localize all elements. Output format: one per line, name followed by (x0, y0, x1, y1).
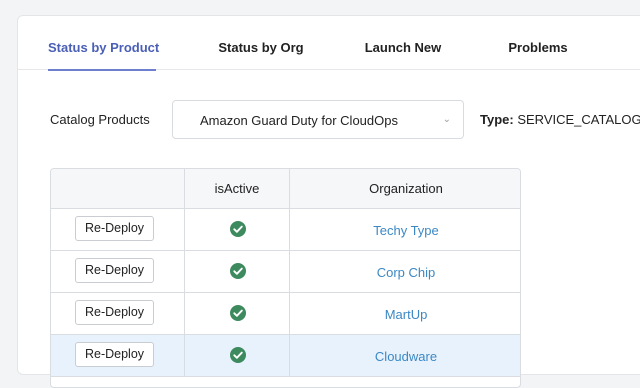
redeploy-button[interactable]: Re-Deploy (75, 258, 154, 283)
tab-problems[interactable]: Problems (506, 16, 570, 70)
header-actions (51, 169, 184, 209)
type-value: SERVICE_CATALOG (517, 112, 640, 127)
table-row: Re-Deploy Techy Type (51, 209, 520, 251)
table-row: Re-Deploy Corp Chip (51, 251, 520, 293)
catalog-product-select[interactable]: Amazon Guard Duty for CloudOps ⌄ (172, 100, 464, 139)
catalog-selected-value: Amazon Guard Duty for CloudOps (200, 113, 398, 128)
redeploy-button[interactable]: Re-Deploy (75, 342, 154, 367)
tab-bar: Status by Product Status by Org Launch N… (18, 16, 640, 71)
table-row: Re-Deploy Cloudware (51, 335, 520, 377)
header-organization: Organization (289, 169, 520, 209)
tab-status-by-product[interactable]: Status by Product (48, 16, 159, 71)
catalog-type: Type: SERVICE_CATALOG (480, 112, 640, 127)
check-circle-icon (230, 221, 246, 237)
tab-status-by-org[interactable]: Status by Org (215, 16, 307, 70)
check-circle-icon (230, 305, 246, 321)
catalog-products-label: Catalog Products (50, 112, 150, 127)
redeploy-button[interactable]: Re-Deploy (75, 300, 154, 325)
organization-link[interactable]: Cloudware (290, 349, 520, 364)
check-circle-icon (230, 263, 246, 279)
main-panel: Status by Product Status by Org Launch N… (17, 15, 640, 388)
product-status-table: isActive Organization Re-Deploy Techy Ty… (50, 168, 521, 388)
header-isactive: isActive (184, 169, 289, 209)
tab-launch-new[interactable]: Launch New (363, 16, 443, 70)
table-row: Re-Deploy MartUp (51, 293, 520, 335)
redeploy-button[interactable]: Re-Deploy (75, 216, 154, 241)
table-header: isActive Organization (51, 169, 520, 209)
type-label: Type: (480, 112, 514, 127)
check-circle-icon (230, 347, 246, 363)
chevron-down-icon: ⌄ (442, 114, 451, 125)
organization-link[interactable]: Techy Type (290, 223, 520, 238)
organization-link[interactable]: Corp Chip (290, 265, 520, 280)
organization-link[interactable]: MartUp (290, 307, 520, 322)
